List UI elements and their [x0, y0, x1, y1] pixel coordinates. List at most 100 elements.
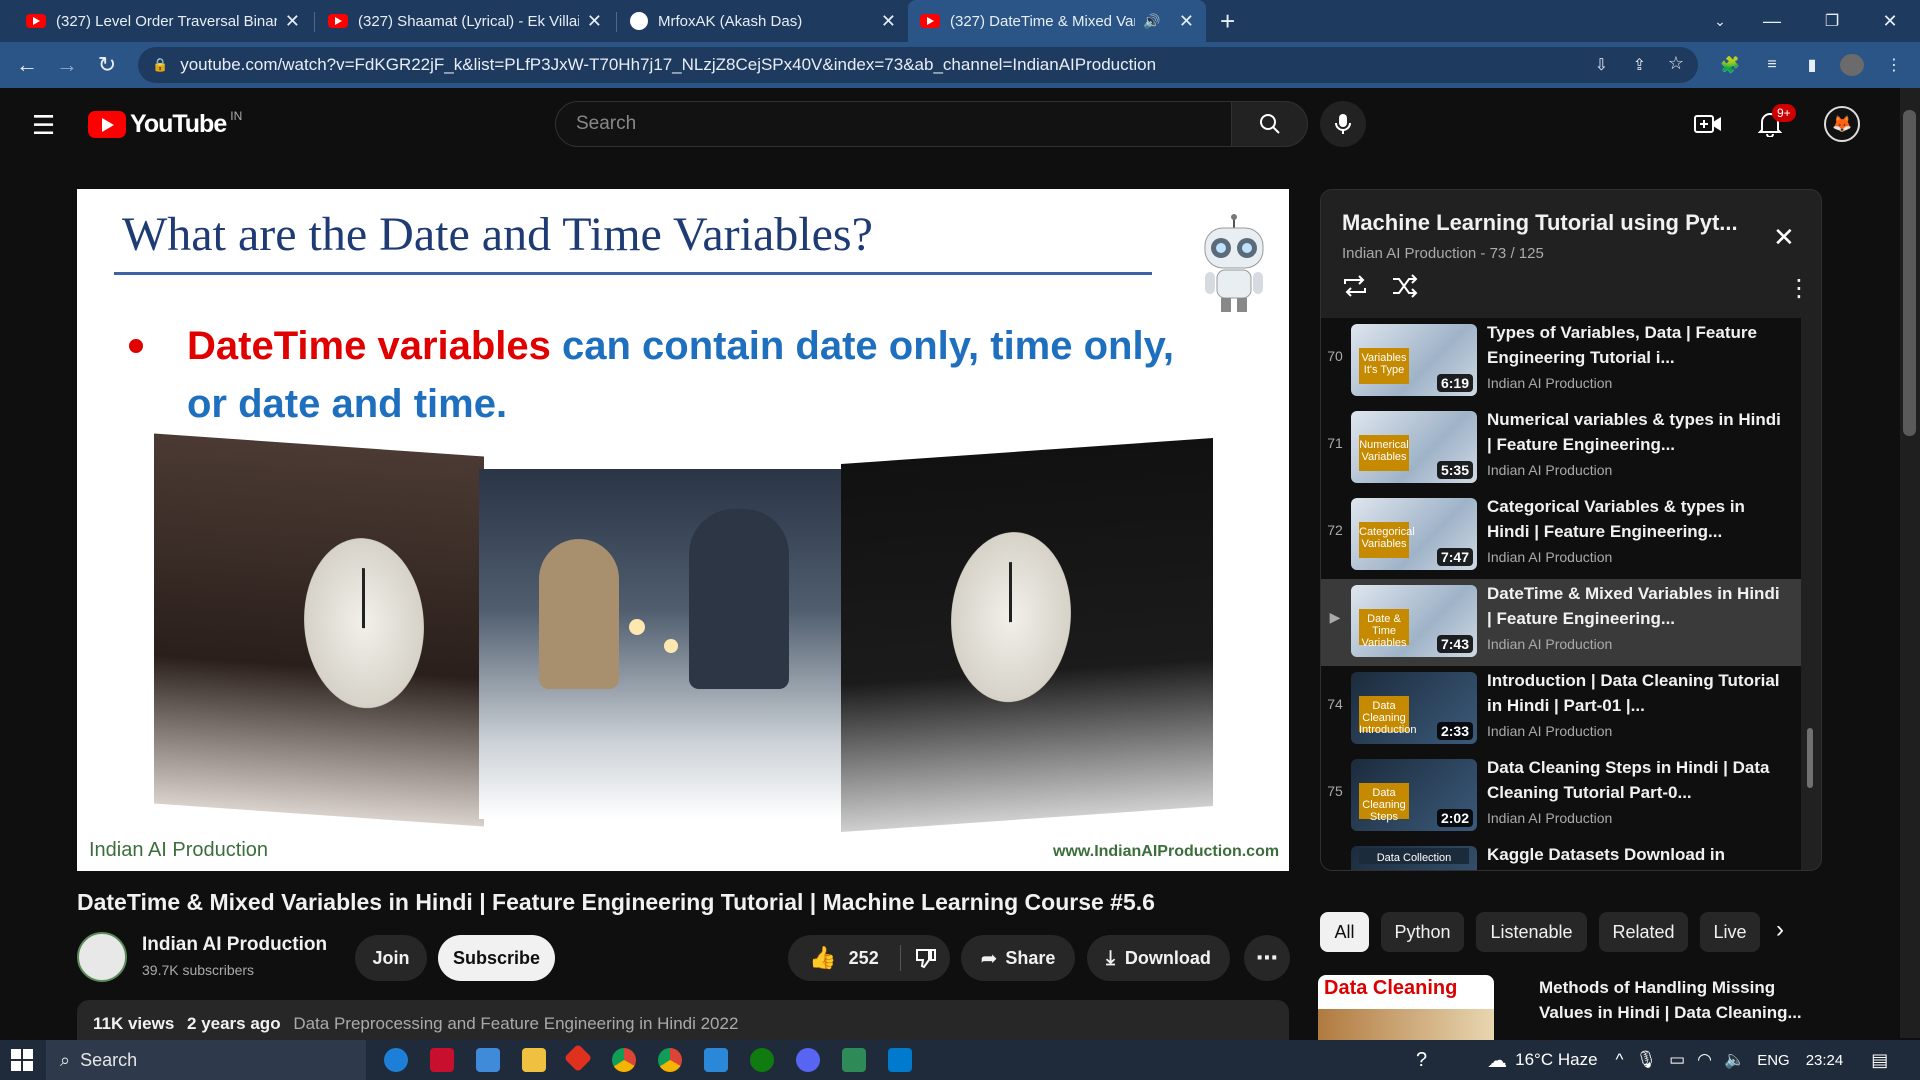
channel-name[interactable]: Indian AI Production	[142, 934, 327, 956]
playlist-item-current[interactable]: ▶ Date & Time Variables 7:43 DateTime & M…	[1321, 579, 1801, 666]
media-control-icon[interactable]: ≡	[1760, 54, 1784, 76]
playlist-item[interactable]: 72 Categorical Variables 7:47 Categorical…	[1321, 492, 1801, 579]
video-thumbnail[interactable]: Data Cleaning Steps 2:02	[1351, 759, 1477, 831]
recommended-title[interactable]: Methods of Handling Missing Values in Hi…	[1539, 975, 1809, 1025]
chrome-icon[interactable]	[612, 1048, 636, 1072]
weather-text[interactable]: 16°C Haze	[1515, 1050, 1597, 1070]
vscode-icon[interactable]	[888, 1048, 912, 1072]
playlist-item[interactable]: 74 Data Cleaning Introduction 2:33 Introd…	[1321, 666, 1801, 753]
video-player[interactable]: What are the Date and Time Variables? Da…	[77, 189, 1289, 871]
url-text[interactable]: youtube.com/watch?v=FdKGR22jF_k&list=PLf…	[180, 55, 1156, 75]
playlist-more-icon[interactable]: ⋮	[1787, 274, 1811, 303]
item-title[interactable]: Types of Variables, Data | Feature Engin…	[1487, 320, 1787, 370]
weather-cloud-icon[interactable]: ☁	[1487, 1048, 1507, 1073]
microphone-tray-icon[interactable]: 🎙	[1636, 1050, 1658, 1070]
shuffle-icon[interactable]	[1391, 274, 1419, 305]
side-panel-icon[interactable]: ▮	[1800, 54, 1824, 76]
chrome-icon[interactable]	[658, 1048, 682, 1072]
item-title[interactable]: Data Cleaning Steps in Hindi | Data Clea…	[1487, 755, 1787, 805]
voice-search-button[interactable]	[1320, 101, 1366, 147]
clock-time[interactable]: 23:24	[1806, 1052, 1844, 1069]
item-title[interactable]: DateTime & Mixed Variables in Hindi | Fe…	[1487, 581, 1787, 631]
restore-icon[interactable]: ❐	[1802, 0, 1862, 42]
notification-center-icon[interactable]: ▤	[1871, 1050, 1888, 1071]
chip-live[interactable]: Live	[1700, 912, 1760, 952]
item-title[interactable]: Categorical Variables & types in Hindi |…	[1487, 494, 1787, 544]
video-thumbnail[interactable]: Categorical Variables 7:47	[1351, 498, 1477, 570]
minimize-icon[interactable]: —	[1742, 0, 1802, 42]
app-icon[interactable]	[842, 1048, 866, 1072]
chip-related[interactable]: Related	[1599, 912, 1688, 952]
bookmark-star-icon[interactable]: ☆	[1668, 53, 1684, 74]
taskbar-search[interactable]: ⌕ Search	[46, 1040, 366, 1080]
item-title[interactable]: Numerical variables & types in Hindi | F…	[1487, 407, 1787, 457]
help-icon[interactable]: ?	[1416, 1049, 1427, 1072]
scrollbar-thumb[interactable]	[1903, 110, 1916, 436]
channel-avatar[interactable]	[77, 932, 127, 982]
close-tab-icon[interactable]: ✕	[579, 11, 602, 32]
item-title[interactable]: Kaggle Datasets Download in	[1487, 842, 1787, 867]
browser-tab-1[interactable]: (327) Level Order Traversal Binary ✕	[14, 0, 312, 42]
app-icon[interactable]	[430, 1048, 454, 1072]
address-bar[interactable]: 🔒 youtube.com/watch?v=FdKGR22jF_k&list=P…	[138, 47, 1698, 83]
video-thumbnail[interactable]: Variables It's Type 6:19	[1351, 324, 1477, 396]
more-actions-icon[interactable]: ⋯	[1244, 935, 1290, 981]
join-button[interactable]: Join	[355, 935, 427, 981]
new-tab-plus-icon[interactable]: +	[1220, 6, 1235, 37]
file-explorer-icon[interactable]	[522, 1048, 546, 1072]
extensions-puzzle-icon[interactable]: 🧩	[1718, 54, 1742, 76]
forward-arrow-icon[interactable]: →	[52, 50, 82, 80]
video-thumbnail[interactable]: Numerical Variables 5:35	[1351, 411, 1477, 483]
close-playlist-icon[interactable]: ✕	[1773, 222, 1795, 253]
video-thumbnail[interactable]: Data Cleaning Introduction 2:33	[1351, 672, 1477, 744]
reload-icon[interactable]: ↻	[92, 50, 122, 80]
playlist-item[interactable]: 75 Data Cleaning Steps 2:02 Data Cleaning…	[1321, 753, 1801, 840]
like-button[interactable]: 👍 252	[788, 935, 900, 981]
video-thumbnail[interactable]: Date & Time Variables 7:43	[1351, 585, 1477, 657]
account-avatar[interactable]: 🦊	[1824, 106, 1860, 142]
xbox-icon[interactable]	[750, 1048, 774, 1072]
chip-listenable[interactable]: Listenable	[1476, 912, 1587, 952]
browser-tab-3[interactable]: MrfoxAK (Akash Das) ✕	[618, 0, 908, 42]
chrome-menu-icon[interactable]: ⋮	[1882, 54, 1906, 76]
playlist-item[interactable]: 70 Variables It's Type 6:19 Types of Vari…	[1321, 318, 1801, 405]
store-icon[interactable]	[476, 1048, 500, 1072]
edge-icon[interactable]	[384, 1048, 408, 1072]
windows-start-icon[interactable]	[10, 1048, 34, 1072]
wifi-icon[interactable]: ◠	[1697, 1050, 1712, 1070]
app-icon[interactable]	[704, 1048, 728, 1072]
share-page-icon[interactable]: ⇪	[1633, 55, 1646, 75]
playlist-item[interactable]: Data Collection Kaggle Datasets Download…	[1321, 840, 1801, 870]
volume-icon[interactable]: 🔈	[1724, 1050, 1745, 1070]
search-button[interactable]	[1231, 101, 1308, 147]
page-scrollbar[interactable]	[1900, 88, 1920, 1038]
playlist-scrollbar[interactable]	[1807, 728, 1813, 788]
speaker-icon[interactable]: 🔊	[1143, 13, 1160, 30]
close-tab-icon[interactable]: ✕	[1171, 11, 1194, 32]
back-arrow-icon[interactable]: ←	[12, 50, 42, 80]
browser-tab-2[interactable]: (327) Shaamat (Lyrical) - Ek Villain ✕	[316, 0, 614, 42]
profile-avatar-icon[interactable]	[1840, 54, 1864, 76]
install-app-icon[interactable]: ⇩	[1595, 55, 1608, 75]
item-title[interactable]: Introduction | Data Cleaning Tutorial in…	[1487, 668, 1787, 718]
close-tab-icon[interactable]: ✕	[277, 11, 300, 32]
search-input[interactable]: Search	[555, 101, 1232, 147]
git-icon[interactable]	[563, 1043, 593, 1073]
download-button[interactable]: ⤓ Download	[1087, 935, 1230, 981]
chip-python[interactable]: Python	[1381, 912, 1464, 952]
battery-icon[interactable]: ▭	[1669, 1050, 1685, 1070]
tray-chevron-icon[interactable]: ^	[1616, 1050, 1624, 1070]
create-video-icon[interactable]	[1694, 110, 1722, 138]
loop-playlist-icon[interactable]	[1341, 274, 1369, 305]
youtube-logo[interactable]: YouTube IN	[88, 109, 242, 139]
hamburger-menu-icon[interactable]: ☰	[32, 110, 55, 141]
language-indicator[interactable]: ENG	[1757, 1052, 1790, 1069]
chevron-right-icon[interactable]: ›	[1776, 916, 1784, 944]
video-thumbnail[interactable]: Data Collection	[1351, 846, 1477, 870]
share-button[interactable]: ➦ Share	[961, 935, 1075, 981]
discord-icon[interactable]	[796, 1048, 820, 1072]
lock-icon[interactable]: 🔒	[152, 57, 168, 73]
subscribe-button[interactable]: Subscribe	[438, 935, 555, 981]
chip-all[interactable]: All	[1320, 912, 1369, 952]
browser-tab-4-active[interactable]: (327) DateTime & Mixed Vari 🔊 ✕	[908, 0, 1206, 42]
